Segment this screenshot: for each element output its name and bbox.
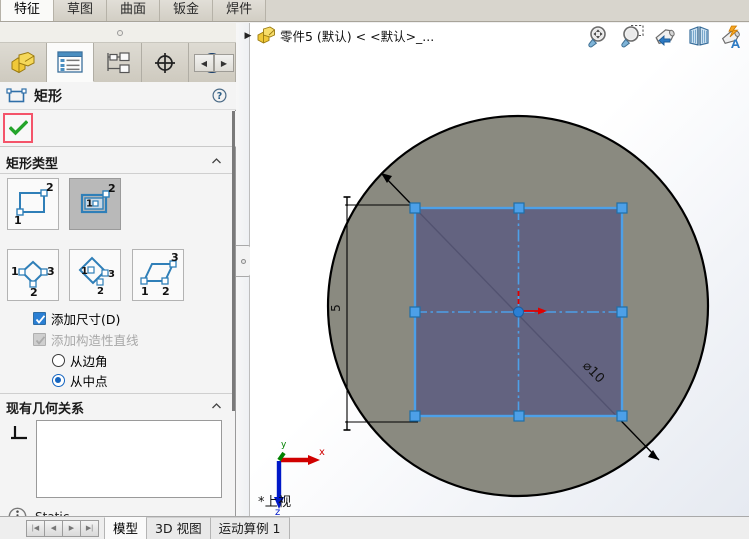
zoom-to-area-icon[interactable]: [620, 24, 646, 50]
triad-x-label: x: [319, 447, 325, 458]
rect-type-grid-row1: 1 2 1 2: [7, 178, 128, 230]
svg-text:2: 2: [46, 181, 54, 194]
ribbon-tab-sheetmetal[interactable]: 钣金: [160, 0, 214, 21]
checkbox-add-construction-line[interactable]: [33, 333, 46, 346]
rect-type-grid-row2: 1 3 2 1 3 2 1 2 3: [7, 249, 191, 301]
ribbon-tab-bar: 特征 草图 曲面 钣金 焊件: [0, 0, 749, 22]
section-header-existing-relations[interactable]: 现有几何关系: [0, 396, 232, 418]
configuration-tree-icon: [106, 51, 130, 73]
nav-first-icon[interactable]: |◀: [26, 519, 45, 537]
svg-text:2: 2: [108, 182, 116, 195]
bottom-tab-bar: |◀ ◀ ▶ ▶| 模型 3D 视图 运动算例 1: [0, 516, 749, 539]
svg-text:2: 2: [30, 286, 38, 299]
section-divider-2: [0, 393, 232, 394]
zoom-to-fit-icon[interactable]: [587, 24, 613, 50]
panel-top-strip: [0, 23, 236, 43]
property-manager-panel: ◀ ▶ 矩形 ? 矩形类型 1 2 1 2 1 3 2 1 3 2 1 2 3 …: [0, 23, 237, 526]
sketch-canvas[interactable]: [250, 23, 749, 516]
section-view-icon[interactable]: [686, 24, 712, 50]
dimxpert-crosshair-icon: [154, 52, 175, 73]
radio-from-corner-row[interactable]: 从边角: [52, 351, 108, 370]
property-header: 矩形 ?: [0, 82, 236, 110]
property-list-icon: [57, 51, 83, 73]
ribbon-tab-surfaces[interactable]: 曲面: [107, 0, 161, 21]
chevron-up-icon[interactable]: [211, 156, 222, 167]
radio-from-midpoint-label: 从中点: [70, 374, 108, 389]
nav-prev-icon[interactable]: ◀: [44, 519, 63, 537]
section-divider-1: [0, 173, 232, 174]
checkbox-add-dimension[interactable]: [33, 312, 46, 325]
bottom-tab-3dviews[interactable]: 3D 视图: [146, 517, 211, 539]
ribbon-tab-weldments[interactable]: 焊件: [213, 0, 267, 21]
panel-pin-icon[interactable]: [117, 30, 123, 36]
view-toolbar: [587, 24, 745, 50]
accept-button[interactable]: [3, 113, 33, 143]
radio-from-midpoint[interactable]: [52, 374, 65, 387]
part-icon: [257, 26, 275, 44]
feature-tree-icon: [11, 51, 35, 73]
section-title-rect-type: 矩形类型: [6, 156, 59, 172]
page-title: 矩形: [34, 88, 62, 105]
graphics-area[interactable]: 5 ⌀10 x z y *上视: [250, 23, 749, 516]
property-action-row: [0, 111, 236, 147]
nav-next-icon[interactable]: ▶: [62, 519, 81, 537]
solidworks-window: 特征 草图 曲面 钣金 焊件 ◀ ▶ 矩形 ? 矩形类型 1 2 1 2 1 3…: [0, 0, 749, 539]
svg-text:2: 2: [162, 285, 170, 298]
checkbox-add-construction-line-label: 添加构造性直线: [51, 333, 139, 348]
rectangle-icon: [6, 87, 27, 102]
perpendicular-relation-icon: [10, 423, 32, 446]
svg-text:3: 3: [47, 265, 55, 278]
checkmark-icon: [8, 120, 28, 136]
tree-expander-icon[interactable]: ▶: [240, 30, 256, 41]
previous-view-icon[interactable]: [653, 24, 679, 50]
tree-root-label[interactable]: 零件5 (默认) < <默认>_...: [280, 26, 434, 45]
rect-type-corner-rectangle[interactable]: 1 2: [7, 178, 59, 230]
tab-nav-buttons: |◀ ◀ ▶ ▶|: [26, 519, 99, 537]
checkbox-add-dimension-label: 添加尺寸(D): [51, 312, 121, 327]
section-title-existing-relations: 现有几何关系: [6, 401, 85, 417]
svg-text:1: 1: [11, 265, 19, 278]
manager-tab-scroll: ◀ ▶: [194, 54, 234, 72]
svg-text:3: 3: [171, 251, 179, 264]
section-header-rect-type[interactable]: 矩形类型: [0, 151, 232, 173]
svg-text:1: 1: [14, 214, 22, 227]
panel-scrollbar[interactable]: [232, 111, 235, 411]
ribbon-tab-sketch[interactable]: 草图: [54, 0, 108, 21]
splitter-dot-icon: [241, 259, 246, 264]
vertical-dimension-label[interactable]: 5: [329, 304, 343, 312]
view-orientation-label: *上视: [258, 495, 292, 510]
splitter-handle[interactable]: [236, 245, 251, 277]
chevron-up-icon-2[interactable]: [211, 401, 222, 412]
configuration-manager-tab[interactable]: [94, 43, 142, 82]
manager-scroll-right-button[interactable]: ▶: [214, 54, 234, 72]
svg-text:2: 2: [97, 286, 104, 297]
manager-scroll-left-button[interactable]: ◀: [194, 54, 214, 72]
rect-type-center-rectangle[interactable]: 1 2: [69, 178, 122, 230]
help-icon[interactable]: ?: [212, 88, 227, 106]
property-manager-tab[interactable]: [47, 43, 95, 82]
existing-relations-list[interactable]: [36, 420, 222, 498]
view-orientation-icon[interactable]: [719, 24, 745, 50]
svg-text:1: 1: [141, 285, 149, 298]
checkbox-add-dimension-row[interactable]: 添加尺寸(D): [33, 309, 120, 328]
nav-last-icon[interactable]: ▶|: [80, 519, 99, 537]
svg-text:?: ?: [217, 91, 223, 102]
radio-from-midpoint-row[interactable]: 从中点: [52, 371, 108, 390]
radio-from-corner[interactable]: [52, 354, 65, 367]
rect-type-3pt-center-rectangle[interactable]: 1 3 2: [69, 249, 122, 301]
svg-text:1: 1: [81, 266, 88, 277]
dimxpert-manager-tab[interactable]: [141, 43, 189, 82]
checkbox-add-construction-line-row[interactable]: 添加构造性直线: [33, 330, 139, 349]
triad-y-label: y: [281, 440, 287, 450]
svg-text:1: 1: [86, 199, 93, 210]
bottom-tab-model[interactable]: 模型: [104, 517, 148, 539]
bottom-tab-motion-study[interactable]: 运动算例 1: [209, 517, 290, 539]
svg-text:3: 3: [108, 269, 115, 280]
manager-tab-row: ◀ ▶: [0, 43, 237, 82]
rect-type-parallelogram[interactable]: 1 2 3: [131, 249, 184, 301]
ribbon-tab-features[interactable]: 特征: [0, 0, 55, 21]
radio-from-corner-label: 从边角: [70, 354, 108, 369]
feature-manager-tab[interactable]: [0, 43, 48, 82]
rect-type-3pt-corner-rectangle[interactable]: 1 3 2: [7, 249, 59, 301]
